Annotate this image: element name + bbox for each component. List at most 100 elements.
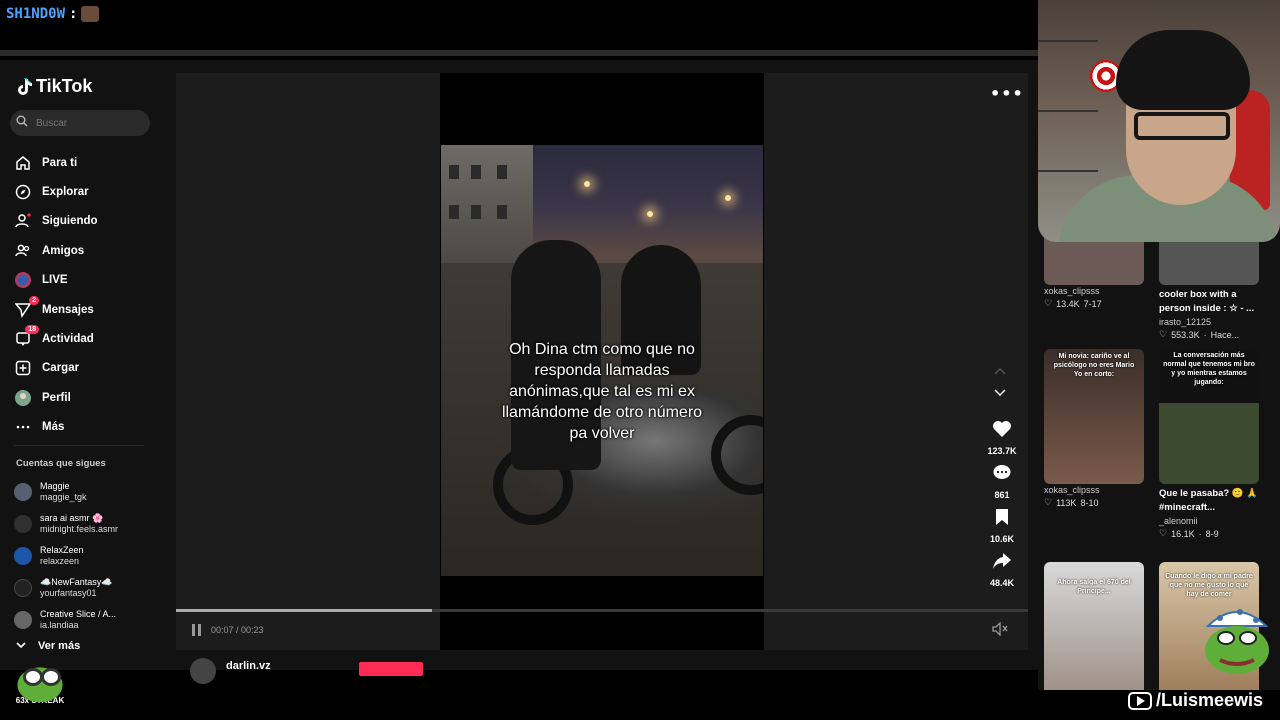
chat-separator: : [69,6,78,22]
heart-outline-icon: ♡ [1159,329,1168,339]
tiktok-logo[interactable]: TikTok [16,76,92,97]
upload-icon [14,359,32,377]
card-username: irasto_12125 [1159,317,1212,327]
pepe-frog-icon [1200,604,1274,680]
nav-label: Para ti [42,156,78,169]
compass-icon [14,183,32,201]
card-title: Que le pasaba? 🙁 🙏 #minecraft... [1159,488,1259,513]
following-item[interactable]: Maggie maggie_tgk [14,476,118,508]
see-more-label: Ver más [38,640,81,652]
search-input[interactable] [36,117,136,129]
avatar [14,611,32,629]
video-thumbnail: Ahora salga el 670 del Principe... [1044,562,1144,690]
nav-label: Mensajes [42,303,94,316]
heart-outline-icon: ♡ [1044,497,1053,507]
sidebar: TikTok Para ti Explorar Siguiendo [0,60,160,670]
next-video-username[interactable]: darlin.vz [226,660,271,672]
save-count: 10.6K [989,534,1015,544]
following-list: Maggie maggie_tgk sara ai asmr 🌸 midnight.… [14,476,118,636]
following-item[interactable]: ☁️NewFantasy☁️ yourfantasy01 [14,572,118,604]
nav-item-perfil[interactable]: Perfil [14,383,98,412]
next-video-preview: darlin.vz [176,652,1028,684]
card-username: xokas_clipsss [1044,286,1100,296]
heart-icon [992,420,1012,443]
streak-badge: 63x STREAK [10,664,70,705]
nav-item-amigos[interactable]: Amigos [14,236,98,265]
nav-item-para-ti[interactable]: Para ti [14,148,98,177]
more-options-icon[interactable]: ••• [990,84,1024,103]
video-caption: Oh Dina ctm como que no responda llamada… [501,341,703,442]
following-handle: yourfantasy01 [40,588,97,598]
youtube-icon [1128,691,1152,710]
video-card[interactable]: La conversación más normal que tenemos m… [1159,349,1259,539]
chat-username: SH1ND0W [6,6,66,22]
video-actions: 123.7K 861 10.6K 48.4K [982,420,1022,596]
card-username: _alenomii [1159,516,1198,526]
following-item[interactable]: sara ai asmr 🌸 midnight.feels.asmr [14,508,118,540]
card-likes: 13.4K [1056,298,1080,309]
nav-item-mas[interactable]: Más [14,413,98,442]
card-title: cooler box with a person inside : ☆ - ..… [1159,289,1255,314]
following-icon [14,212,32,230]
streamer-glasses [1134,112,1230,140]
messages-badge: 2 [29,295,39,305]
chat-message: SH1ND0W : [6,6,100,22]
nav-item-mensajes[interactable]: 2 Mensajes [14,295,98,324]
like-count: 123.7K [987,446,1017,456]
avatar [14,483,32,501]
shelf [1038,40,1098,42]
avatar [14,547,32,565]
pause-icon[interactable] [192,624,202,636]
nav-label: LIVE [42,274,68,287]
channel-watermark: /Luismeewis [1128,690,1263,711]
video-card[interactable]: Mi novia: cariño ve al psicólogo no eres… [1044,349,1144,508]
comment-icon [992,464,1012,487]
avatar[interactable] [190,658,216,684]
nav-label: Siguiendo [42,215,98,228]
like-button[interactable]: 123.7K [987,420,1017,464]
nav-item-explorar[interactable]: Explorar [14,177,98,206]
video-progress-bar[interactable] [176,609,1028,612]
nav-item-siguiendo[interactable]: Siguiendo [14,207,98,236]
search-icon [16,114,28,132]
right-panel: xokas_clipsss ♡ 13.4K 7-17 cooler box with… [1038,0,1280,690]
tiktok-logo-text: TikTok [36,76,93,96]
next-video-button[interactable] [994,388,1006,400]
friends-icon [14,242,32,260]
following-item[interactable]: RelaxZeen relaxzeen [14,540,118,572]
video-card[interactable]: Ahora salga el 670 del Principe... [1044,562,1144,690]
following-item[interactable]: Creative Slice / A... ia.landiaa [14,604,118,636]
comment-button[interactable]: 861 [992,464,1012,508]
nav-label: Más [42,421,65,434]
card-date: 7-17 [1083,298,1102,309]
follow-button[interactable] [359,662,423,676]
card-meta: ♡ 16.1K · 8-9 [1159,528,1219,539]
previous-video-button[interactable] [994,366,1006,378]
volume-icon[interactable] [992,621,1008,641]
tiktok-note-icon [16,77,32,96]
share-button[interactable]: 48.4K [990,552,1014,596]
following-handle: midnight.feels.asmr [40,524,119,534]
card-username: xokas_clipsss [1044,485,1100,495]
save-button[interactable]: 10.6K [990,508,1014,552]
see-more-button[interactable]: Ver más [16,640,80,652]
nav-label: Amigos [42,244,85,257]
video-thumbnail: Mi novia: cariño ve al psicólogo no eres… [1044,349,1144,484]
video-frame[interactable]: Oh Dina ctm como que no responda llamada… [441,145,763,576]
following-handle: maggie_tgk [40,492,87,502]
channel-name: /Luismeewis [1156,690,1264,710]
player-controls: 00:07 / 00:23 [176,620,1028,642]
card-date: 8-9 [1205,528,1219,539]
home-icon [14,154,32,172]
nav-item-live[interactable]: LIVE [14,266,98,295]
nav-item-cargar[interactable]: Cargar [14,354,98,383]
share-icon [992,552,1012,575]
nav-label: Explorar [42,186,89,199]
street-lamp [647,211,653,217]
search-box[interactable] [10,110,150,136]
following-section-title: Cuentas que sigues [16,458,106,469]
thumbnail-text: Cuando le digo a mi padre que no me gust… [1165,573,1253,598]
nav-item-actividad[interactable]: 18 Actividad [14,324,98,353]
more-icon [14,418,32,436]
thumbnail-text: Mi novia: cariño ve al psicólogo no eres… [1053,353,1135,378]
